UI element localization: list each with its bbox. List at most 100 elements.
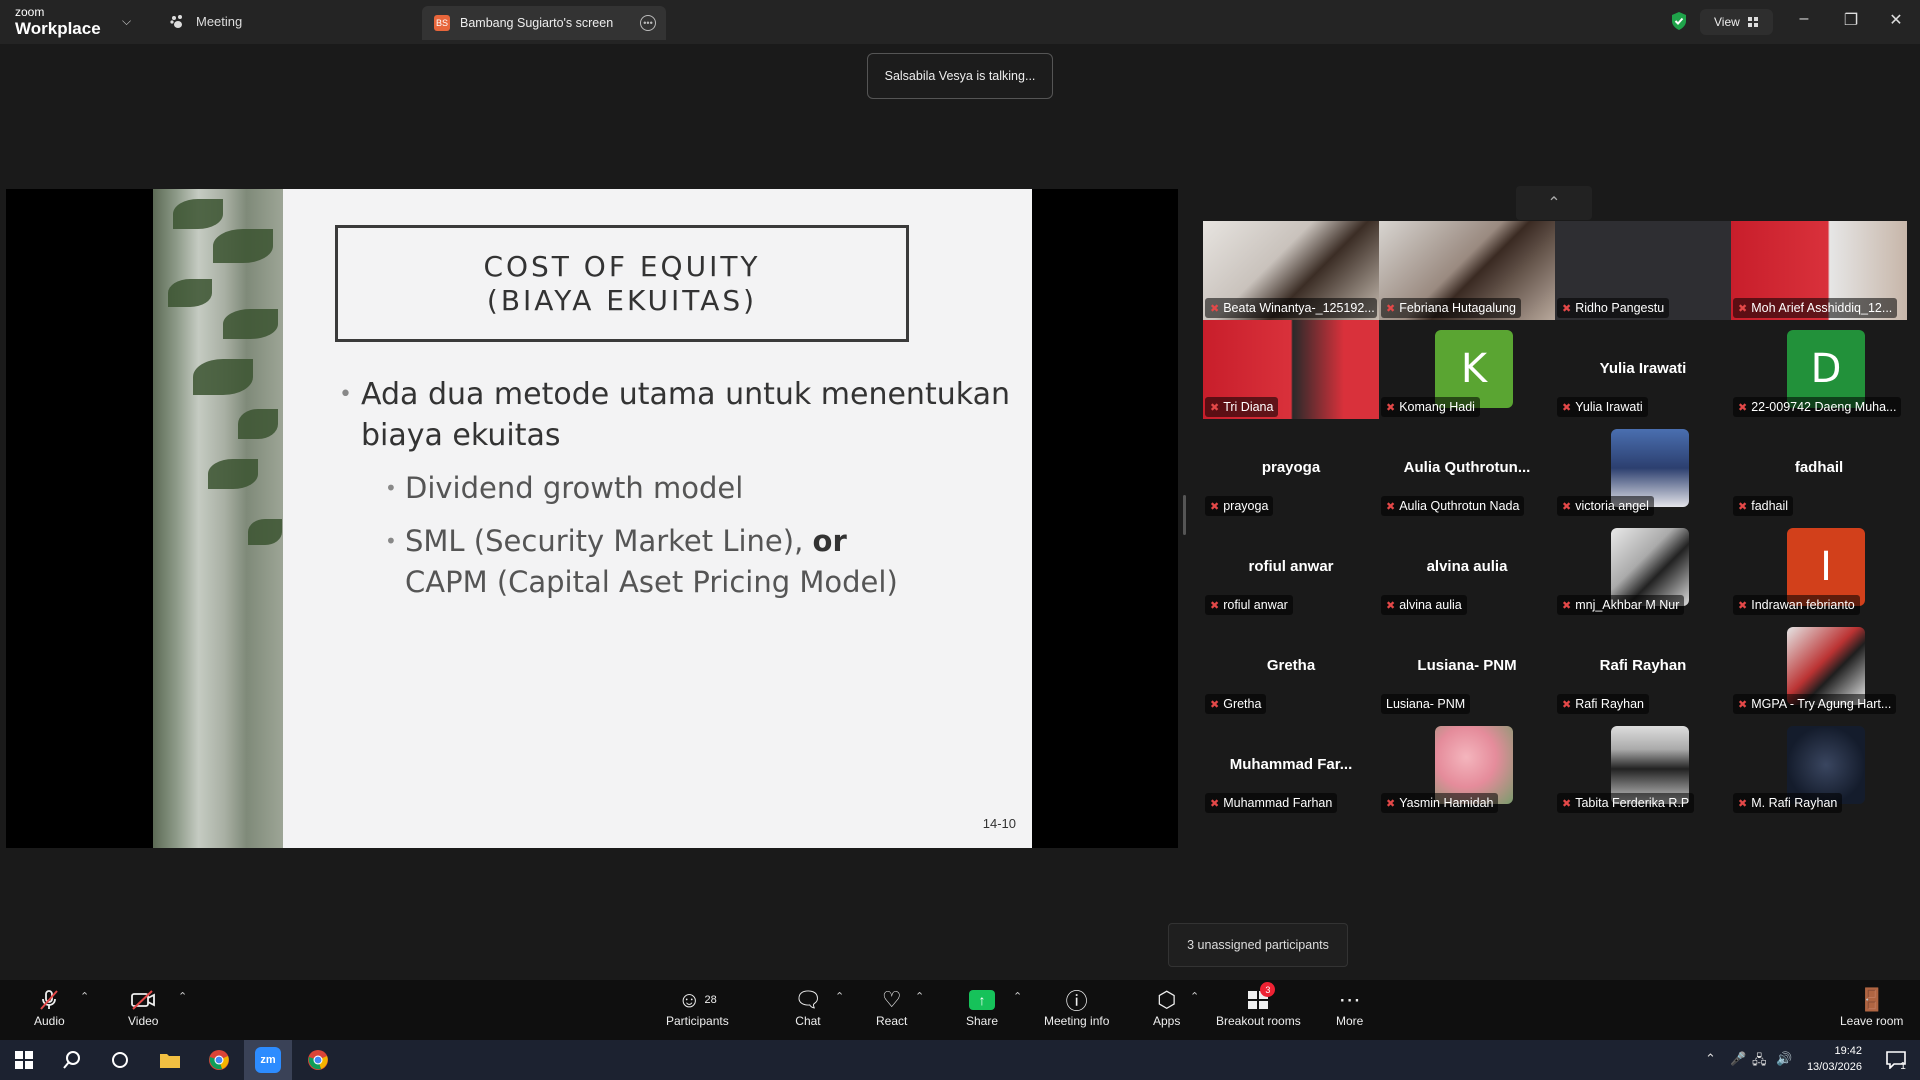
tab-meeting[interactable]: Meeting — [170, 14, 242, 29]
participant-name: fadhail — [1751, 499, 1789, 513]
breakout-rooms-button[interactable]: 3 Breakout rooms — [1216, 982, 1301, 1028]
participant-name-label: ✖ Yulia Irawati — [1557, 397, 1648, 417]
participant-tile[interactable]: Aulia Quthrotun... ✖ Aulia Quthrotun Nada — [1379, 419, 1555, 518]
participant-tile[interactable]: K ✖ Komang Hadi — [1379, 320, 1555, 419]
mic-muted-icon: ✖ — [1738, 797, 1748, 810]
participant-name-label: ✖ Yasmin Hamidah — [1381, 793, 1499, 813]
participant-tile[interactable]: ✖ M. Rafi Rayhan — [1731, 716, 1907, 815]
mic-muted-icon: ✖ — [1562, 698, 1572, 711]
meeting-toolbar: Audio ⌃ Video ⌃ ☺ 28 Participants 🗨 Chat … — [0, 980, 1920, 1040]
task-view-icon[interactable] — [96, 1040, 144, 1080]
leave-room-icon: 🚪 — [1857, 987, 1886, 1012]
participant-tile[interactable]: fadhail ✖ fadhail — [1731, 419, 1907, 518]
apps-label: Apps — [1153, 1014, 1181, 1028]
participant-tile[interactable]: ✖ mnj_Akhbar M Nur — [1555, 518, 1731, 617]
participant-name-label: Lusiana- PNM — [1381, 694, 1471, 714]
participant-tile[interactable]: ✖ victoria angel — [1555, 419, 1731, 518]
search-icon[interactable] — [48, 1040, 96, 1080]
audio-options-icon[interactable]: ⌃ — [80, 990, 89, 1003]
zoom-taskbar-icon[interactable]: zm — [244, 1040, 292, 1080]
slide-body: Ada dua metode utama untuk menentukan bi… — [335, 374, 1015, 603]
participant-name: Muhammad Farhan — [1223, 796, 1333, 810]
participant-tile[interactable]: ✖ Ridho Pangestu — [1555, 221, 1731, 320]
participant-tile[interactable]: Rafi Rayhan ✖ Rafi Rayhan — [1555, 617, 1731, 716]
clock-date: 13/03/2026 — [1806, 1061, 1862, 1073]
more-button[interactable]: ⋯ More — [1336, 986, 1363, 1028]
restore-icon[interactable]: ❐ — [1836, 10, 1866, 30]
participant-name: Rafi Rayhan — [1575, 697, 1645, 711]
chrome-icon[interactable] — [195, 1040, 243, 1080]
participant-tile[interactable]: ✖ MGPA - Try Agung Hart... — [1731, 617, 1907, 716]
slide-number: 14-10 — [982, 816, 1016, 831]
notifications-icon[interactable]: 1 — [1872, 1040, 1920, 1080]
tray-chevron-icon[interactable]: ⌃ — [1705, 1051, 1716, 1067]
file-explorer-icon[interactable] — [146, 1040, 194, 1080]
participant-name: Indrawan febrianto — [1751, 598, 1855, 612]
participant-tile[interactable]: rofiul anwar ✖ rofiul anwar — [1203, 518, 1379, 617]
share-options-icon[interactable]: ⌃ — [1013, 990, 1022, 1003]
video-options-icon[interactable]: ⌃ — [178, 990, 187, 1003]
participant-display-name: rofiul anwar — [1248, 558, 1334, 575]
zoom-logo[interactable]: zoom Workplace — [15, 6, 101, 37]
participant-tile[interactable]: ✖ Beata Winantya-_125192... — [1203, 221, 1379, 320]
participant-name: alvina aulia — [1399, 598, 1462, 612]
participant-tile[interactable]: prayoga ✖ prayoga — [1203, 419, 1379, 518]
video-off-icon — [130, 986, 156, 1014]
mic-muted-icon: ✖ — [1562, 599, 1572, 612]
react-button[interactable]: ♡ React — [876, 986, 907, 1028]
participant-tile[interactable]: Muhammad Far... ✖ Muhammad Farhan — [1203, 716, 1379, 815]
participant-tile[interactable]: Lusiana- PNM Lusiana- PNM — [1379, 617, 1555, 716]
participant-tile[interactable]: Yulia Irawati ✖ Yulia Irawati — [1555, 320, 1731, 419]
apps-options-icon[interactable]: ⌃ — [1190, 990, 1199, 1003]
video-button[interactable]: Video — [128, 986, 158, 1028]
chevron-up-icon[interactable]: ⌃ — [1516, 186, 1592, 220]
sub-bullet-text: CAPM (Capital Aset Pricing Model) — [405, 565, 898, 599]
audio-button[interactable]: Audio — [34, 986, 65, 1028]
tab-shared-screen[interactable]: BS Bambang Sugiarto's screen ••• — [422, 6, 666, 40]
network-icon[interactable]: 🖧 — [1752, 1051, 1767, 1073]
audio-label: Audio — [34, 1014, 65, 1028]
mic-muted-icon: ✖ — [1210, 698, 1220, 711]
close-icon[interactable]: ✕ — [1881, 10, 1911, 30]
participant-name: rofiul anwar — [1223, 598, 1288, 612]
leave-room-button[interactable]: 🚪 Leave room — [1840, 986, 1903, 1028]
mic-tray-icon[interactable]: 🎤 — [1730, 1051, 1746, 1067]
system-clock[interactable]: 19:42 13/03/2026 — [1800, 1043, 1862, 1075]
participant-tile[interactable]: Gretha ✖ Gretha — [1203, 617, 1379, 716]
more-icon[interactable]: ••• — [640, 15, 656, 31]
notification-count: 1 — [1900, 1060, 1906, 1072]
participant-tile[interactable]: ✖ Moh Arief Asshiddiq_12... — [1731, 221, 1907, 320]
chevron-down-icon[interactable]: ⌵ — [122, 14, 131, 29]
participant-tile[interactable]: I ✖ Indrawan febrianto — [1731, 518, 1907, 617]
participant-tile[interactable]: ✖ Yasmin Hamidah — [1379, 716, 1555, 815]
minimize-icon[interactable]: – — [1789, 10, 1819, 28]
view-button[interactable]: View — [1700, 9, 1773, 35]
participants-button[interactable]: ☺ 28 Participants — [666, 986, 729, 1028]
share-button[interactable]: ↑ Share — [966, 986, 998, 1028]
chat-icon: 🗨 — [794, 987, 822, 1012]
windows-taskbar: zm ⌃ 🎤 🖧 🔊 19:42 13/03/2026 1 — [0, 1040, 1920, 1080]
resize-handle[interactable] — [1183, 495, 1186, 535]
shield-check-icon[interactable] — [1670, 11, 1688, 31]
chat-button[interactable]: 🗨 Chat — [794, 986, 822, 1028]
apps-button[interactable]: ⬡ Apps — [1153, 986, 1180, 1028]
breakout-badge: 3 — [1260, 982, 1276, 997]
participant-tile[interactable]: D ✖ 22-009742 Daeng Muha... — [1731, 320, 1907, 419]
chat-options-icon[interactable]: ⌃ — [835, 990, 844, 1003]
windows-start-icon[interactable] — [0, 1040, 48, 1080]
react-options-icon[interactable]: ⌃ — [915, 990, 924, 1003]
chrome-profile-icon[interactable] — [294, 1040, 342, 1080]
participant-name-label: ✖ Tri Diana — [1205, 397, 1279, 417]
zoom-badge: zm — [255, 1047, 281, 1073]
participant-tile[interactable]: ✖ Febriana Hutagalung — [1379, 221, 1555, 320]
participant-tile[interactable]: ✖ Tabita Ferderika R.P — [1555, 716, 1731, 815]
participant-display-name: fadhail — [1794, 459, 1844, 476]
participant-tile[interactable]: alvina aulia ✖ alvina aulia — [1379, 518, 1555, 617]
participant-name-label: ✖ Muhammad Farhan — [1205, 793, 1338, 813]
participant-tile[interactable]: ✖ Tri Diana — [1203, 320, 1379, 419]
participant-name: Febriana Hutagalung — [1399, 301, 1516, 315]
volume-icon[interactable]: 🔊 — [1776, 1051, 1792, 1067]
slide-decorative-photo — [153, 189, 283, 848]
participant-name-label: ✖ Rafi Rayhan — [1557, 694, 1650, 714]
meeting-info-button[interactable]: ⓘ Meeting info — [1044, 986, 1109, 1028]
